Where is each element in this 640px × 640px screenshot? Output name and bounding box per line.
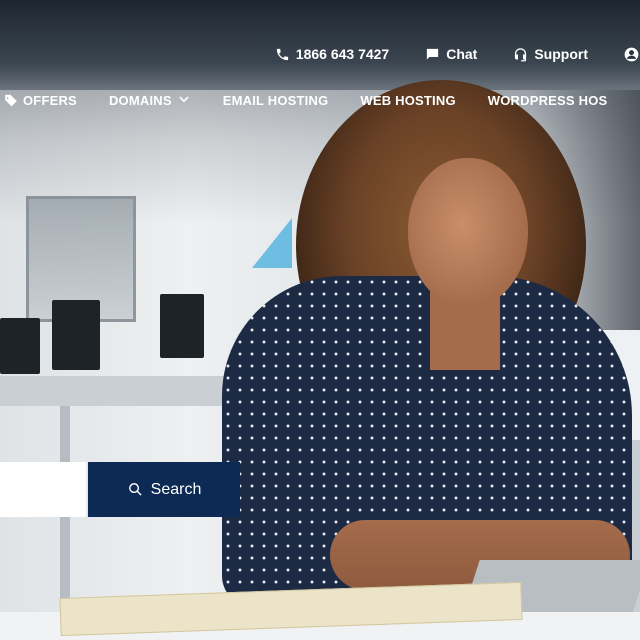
background-monitor (160, 294, 204, 358)
nav-item-wordpress-hosting[interactable]: WORDPRESS HOS (488, 93, 608, 108)
background-monitor (0, 318, 40, 374)
account-link[interactable] (624, 47, 640, 62)
utility-bar: 1866 643 7427 Chat Support (275, 44, 640, 64)
main-nav: OFFERS DOMAINS EMAIL HOSTING WEB HOSTING… (4, 90, 607, 110)
phone-icon (276, 48, 288, 60)
user-icon (624, 47, 639, 61)
chevron-down-icon (179, 96, 189, 103)
phone-link[interactable]: 1866 643 7427 (275, 46, 389, 62)
phone-label: 1866 643 7427 (295, 46, 390, 62)
search-button[interactable]: Search (88, 462, 240, 517)
support-label: Support (534, 46, 588, 62)
nav-item-label: WORDPRESS HOS (487, 92, 608, 108)
chat-link[interactable]: Chat (425, 46, 477, 62)
chat-label: Chat (446, 46, 478, 62)
nav-item-domains[interactable]: DOMAINS (109, 93, 191, 108)
support-link[interactable]: Support (513, 46, 588, 62)
search-icon (128, 483, 142, 496)
search-button-label: Search (150, 480, 202, 498)
headset-icon (515, 47, 527, 61)
chat-bubble-icon (427, 48, 439, 59)
nav-item-label: WEB HOSTING (360, 92, 456, 108)
nav-item-label: EMAIL HOSTING (222, 92, 329, 108)
blue-decor (252, 218, 292, 268)
nav-item-label: OFFERS (23, 92, 77, 108)
background-monitor (52, 300, 100, 370)
main-nav-clip: OFFERS DOMAINS EMAIL HOSTING WEB HOSTING… (0, 90, 640, 110)
background-desk (0, 376, 240, 406)
nav-item-web-hosting[interactable]: WEB HOSTING (360, 93, 455, 108)
nav-item-email-hosting[interactable]: EMAIL HOSTING (223, 93, 329, 108)
domain-search-input[interactable] (0, 462, 86, 517)
nav-item-offers[interactable]: OFFERS (4, 93, 77, 108)
person-face (408, 158, 528, 308)
nav-item-label: DOMAINS (108, 92, 172, 108)
tag-icon (5, 94, 17, 107)
